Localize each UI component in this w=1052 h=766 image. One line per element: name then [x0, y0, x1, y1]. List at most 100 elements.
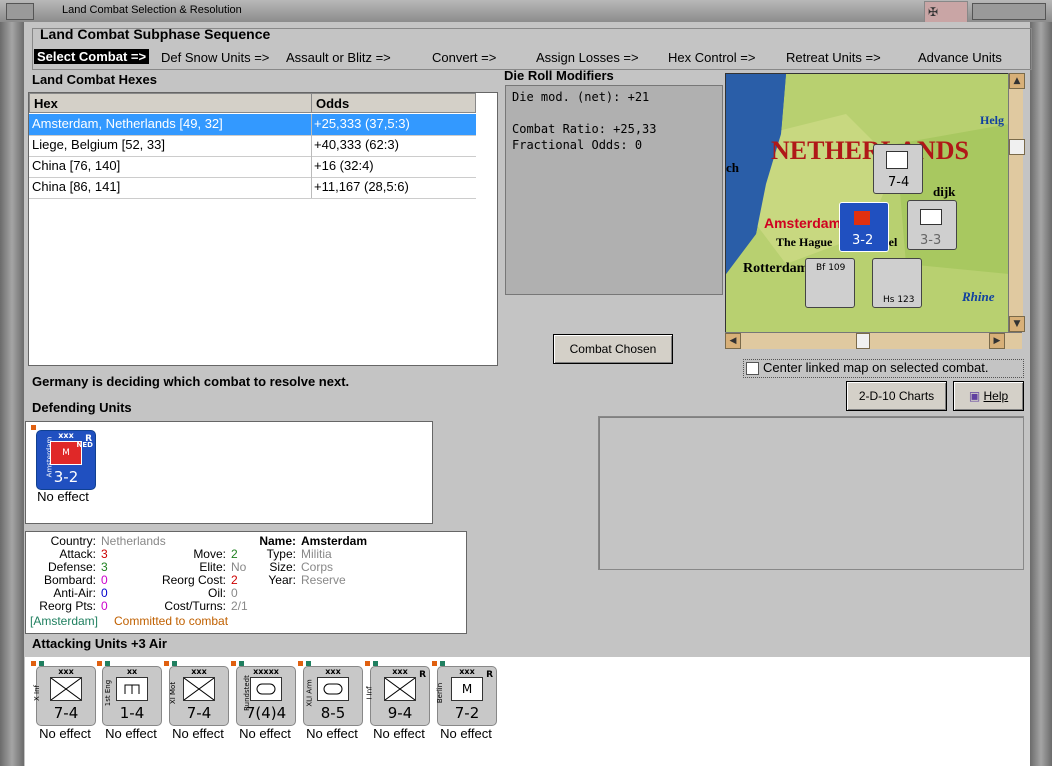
- center-map-checkbox[interactable]: Center linked map on selected combat.: [743, 359, 1024, 378]
- scroll-thumb[interactable]: [856, 333, 870, 349]
- info-value: 2: [231, 573, 238, 587]
- unit-strength: 3-2: [53, 468, 79, 486]
- map-label-the-hague: The Hague: [776, 235, 833, 249]
- info-label: Elite:: [199, 560, 226, 574]
- status-marker: [239, 661, 244, 666]
- step-advance-units: Advance Units: [918, 50, 1002, 65]
- hexes-title: Land Combat Hexes: [32, 72, 157, 87]
- center-map-label: Center linked map on selected combat.: [763, 360, 989, 375]
- window-menu-icon[interactable]: [6, 3, 34, 20]
- charts-button[interactable]: 2-D-10 Charts: [846, 381, 947, 411]
- unit-name: X Inf: [33, 685, 41, 701]
- unit-effect: No effect: [172, 726, 224, 741]
- unit-effect: No effect: [239, 726, 291, 741]
- column-header-odds[interactable]: Odds: [311, 93, 476, 113]
- scroll-left-icon[interactable]: ◀: [725, 333, 741, 349]
- info-value: 0: [101, 573, 108, 587]
- info-label: Anti-Air:: [53, 586, 96, 600]
- map-counter-air-bf109[interactable]: Bf 109: [805, 258, 855, 308]
- unit-effect: No effect: [39, 726, 91, 741]
- info-label: Type:: [266, 547, 296, 561]
- attacking-unit-counter[interactable]: xx 1st Eng 1-4: [97, 661, 162, 726]
- status-marker: [373, 661, 378, 666]
- info-label: Reorg Pts:: [39, 599, 96, 613]
- map-vertical-scrollbar[interactable]: ▲ ▼: [1008, 73, 1025, 332]
- map-label-rotterdam: Rotterdam: [743, 261, 809, 276]
- commit-text: Committed to combat: [114, 614, 229, 628]
- info-value: Reserve: [301, 573, 346, 587]
- step-def-snow-units: Def Snow Units =>: [161, 50, 270, 65]
- hex-table[interactable]: Hex Odds Amsterdam, Netherlands [49, 32]…: [28, 92, 498, 366]
- status-marker: [39, 661, 44, 666]
- info-label: Name:: [259, 534, 296, 548]
- attacking-unit-counter[interactable]: xxx I Inf R 9-4: [365, 661, 430, 726]
- inf-symbol-icon: [384, 677, 416, 701]
- status-marker: [298, 661, 303, 666]
- right-border: [1030, 22, 1052, 766]
- title-bar[interactable]: Land Combat Selection & Resolution ✠: [0, 0, 1052, 23]
- unit-name: XLI Arm: [305, 679, 314, 707]
- status-text: Germany is deciding which combat to reso…: [32, 374, 350, 389]
- info-label: Year:: [268, 573, 296, 587]
- status-marker: [97, 661, 102, 666]
- table-row[interactable]: Amsterdam, Netherlands [49, 32] +25,333 (…: [29, 114, 476, 136]
- status-marker: [231, 661, 236, 666]
- help-button[interactable]: ▣ Help: [953, 381, 1024, 411]
- scroll-right-icon[interactable]: ▶: [989, 333, 1005, 349]
- unit-effect: No effect: [373, 726, 425, 741]
- unit-strength: 1-4: [119, 704, 145, 722]
- scroll-up-icon[interactable]: ▲: [1009, 73, 1025, 89]
- column-header-hex[interactable]: Hex: [29, 93, 312, 113]
- linked-map[interactable]: NETHERLANDS Amsterdam The Hague Rotterda…: [725, 73, 1010, 334]
- attacking-unit-counter[interactable]: xxx Berlin M R 7-2: [432, 661, 497, 726]
- commit-tag: [Amsterdam]: [30, 614, 99, 628]
- phase-steps: Select Combat => Def Snow Units => Assau…: [34, 49, 1028, 66]
- attacking-unit-counter[interactable]: xxxxx Rundstedt 7(4)4: [231, 661, 296, 726]
- table-row[interactable]: China [76, 140] +16 (32:4): [29, 156, 476, 178]
- info-value: Militia: [301, 547, 332, 561]
- map-counter-air-hs123[interactable]: Hs 123: [872, 258, 922, 308]
- info-value: 2: [231, 547, 238, 561]
- table-row[interactable]: Liege, Belgium [52, 33] +40,333 (62:3): [29, 135, 476, 157]
- unit-strength: 8-5: [320, 704, 346, 722]
- info-label: Cost/Turns:: [164, 599, 226, 613]
- info-label: Size:: [269, 560, 296, 574]
- unit-strength: 7-4: [53, 704, 79, 722]
- die-roll-line: Fractional Odds: 0: [512, 138, 643, 152]
- help-book-icon: ▣: [968, 389, 981, 403]
- scroll-thumb[interactable]: [1009, 139, 1025, 155]
- status-marker: [105, 661, 110, 666]
- attacking-unit-counter[interactable]: xxx X Inf 7-4: [31, 661, 96, 726]
- arm-symbol-icon: [317, 677, 349, 701]
- info-value: 3: [101, 560, 108, 574]
- status-marker: [31, 661, 36, 666]
- map-counter-amsterdam[interactable]: 3-2: [839, 202, 889, 252]
- defending-title: Defending Units: [32, 400, 132, 415]
- scroll-down-icon[interactable]: ▼: [1009, 316, 1025, 332]
- die-roll-line: Combat Ratio: +25,33: [512, 122, 657, 136]
- checkbox-box[interactable]: [746, 362, 759, 375]
- table-row[interactable]: China [86, 141] +11,167 (28,5:6): [29, 177, 476, 199]
- info-label: Country:: [50, 534, 96, 548]
- combat-chosen-button[interactable]: Combat Chosen: [553, 334, 673, 364]
- defending-unit-counter[interactable]: xxx Amsterdam M NED R 3-2: [31, 425, 96, 490]
- german-flag-icon: ✠: [924, 1, 968, 23]
- unit-reserve-tag: R: [486, 670, 493, 680]
- phase-title: Land Combat Subphase Sequence: [40, 26, 271, 42]
- unit-effect: No effect: [306, 726, 358, 741]
- attacking-unit-counter[interactable]: xxx XI Mot 7-4: [164, 661, 229, 726]
- info-value: 0: [231, 586, 238, 600]
- map-label-ch: ch: [726, 160, 740, 175]
- map-counter-cavalry[interactable]: 3-3: [907, 200, 957, 250]
- step-retreat-units: Retreat Units =>: [786, 50, 881, 65]
- info-value: 0: [101, 599, 108, 613]
- window-controls[interactable]: [972, 3, 1046, 20]
- map-label-helg: Helg: [980, 113, 1004, 127]
- map-horizontal-scrollbar[interactable]: ◀ ▶: [725, 332, 1022, 349]
- arm-symbol-icon: [250, 677, 282, 701]
- die-roll-title: Die Roll Modifiers: [504, 68, 614, 83]
- attacking-unit-counter[interactable]: xxx XLI Arm 8-5: [298, 661, 363, 726]
- die-roll-box: Die mod. (net): +21 Combat Ratio: +25,33…: [505, 85, 723, 295]
- info-label: Reorg Cost:: [161, 573, 226, 587]
- map-counter-infantry[interactable]: 7-4: [873, 144, 923, 194]
